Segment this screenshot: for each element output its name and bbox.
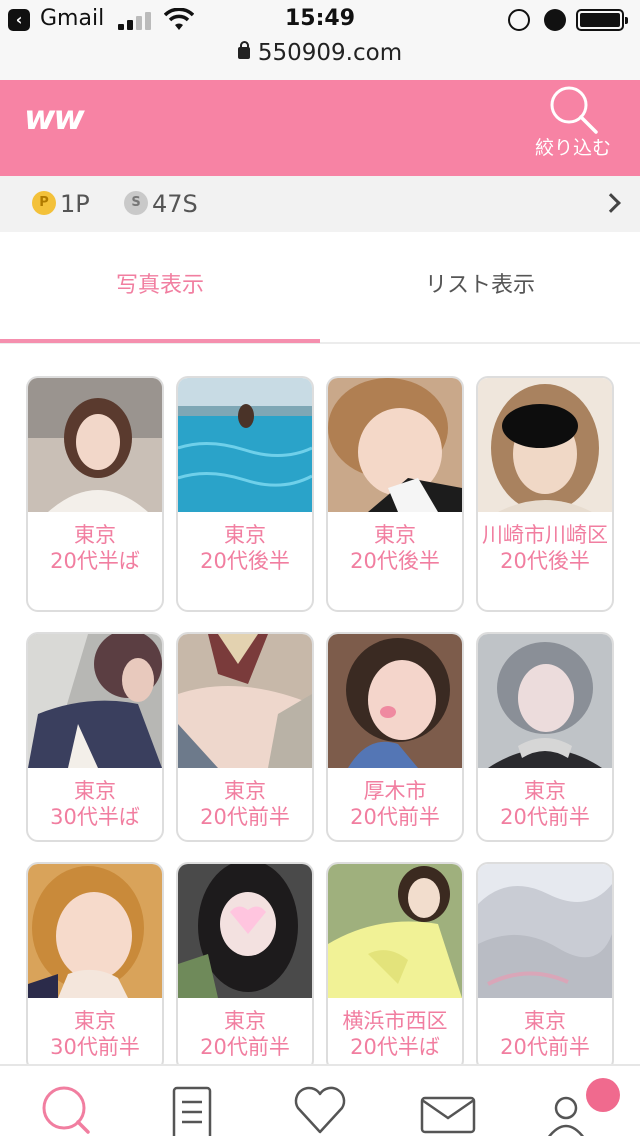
- profile-age: 20代後半: [500, 549, 590, 573]
- profile-card[interactable]: 東京 20代半ば: [26, 376, 164, 612]
- view-tabs: 写真表示 リスト表示: [0, 232, 640, 344]
- heart-icon[interactable]: [280, 1074, 360, 1136]
- point-value: 1P: [60, 190, 90, 218]
- filter-label: 絞り込む: [534, 137, 611, 159]
- profile-info: 横浜市西区 20代半ば: [328, 998, 462, 1060]
- filter-button[interactable]: 絞り込む: [528, 80, 618, 176]
- profile-photo[interactable]: [178, 378, 312, 512]
- search-icon: [550, 86, 598, 134]
- notification-badge: [586, 1078, 620, 1112]
- profile-info: 東京 20代前半: [178, 998, 312, 1060]
- profile-photo[interactable]: [478, 864, 612, 998]
- profile-photo[interactable]: [328, 378, 462, 512]
- profile-info: 東京 20代後半: [328, 512, 462, 574]
- point-balance: P 1P: [32, 188, 90, 220]
- profile-area: 東京: [224, 523, 266, 547]
- profile-area: 厚木市: [363, 779, 427, 803]
- rotation-lock-icon: [508, 9, 530, 31]
- status-bar: ‹ Gmail 15:49: [0, 0, 640, 40]
- profile-photo[interactable]: [328, 864, 462, 998]
- profile-grid: 東京 20代半ば 東京 20代後半 東京 20代後半 川崎市川崎区 20代後半 東京 30…: [26, 376, 618, 1066]
- profile-area: 東京: [524, 779, 566, 803]
- profile-area: 東京: [74, 779, 116, 803]
- profile-info: 東京 30代前半: [28, 998, 162, 1060]
- profile-info: 川崎市川崎区 20代後半: [478, 512, 612, 574]
- profile-age: 20代後半: [350, 549, 440, 573]
- profile-card[interactable]: 東京 20代後半: [176, 376, 314, 612]
- profile-card[interactable]: 東京 20代前半: [176, 632, 314, 842]
- profile-area: 東京: [224, 1009, 266, 1033]
- profile-info: 東京 20代前半: [478, 768, 612, 830]
- profile-age: 20代後半: [200, 549, 290, 573]
- profile-card[interactable]: 東京 20代後半: [326, 376, 464, 612]
- profile-info: 東京 30代半ば: [28, 768, 162, 830]
- profile-info: 東京 20代前半: [178, 768, 312, 830]
- profile-photo[interactable]: [178, 634, 312, 768]
- profile-area: 東京: [524, 1009, 566, 1033]
- profile-area: 川崎市川崎区: [482, 523, 608, 547]
- profile-card[interactable]: 厚木市 20代前半: [326, 632, 464, 842]
- chevron-right-icon[interactable]: [601, 193, 621, 213]
- profile-photo[interactable]: [28, 864, 162, 998]
- site-logo[interactable]: ww: [24, 98, 85, 138]
- profile-info: 東京 20代前半: [478, 998, 612, 1060]
- profile-age: 20代前半: [200, 805, 290, 829]
- profile-card[interactable]: 東京 20代前半: [176, 862, 314, 1066]
- point-coin-icon: P: [32, 191, 56, 215]
- tab-photo-view[interactable]: 写真表示: [0, 232, 320, 343]
- profile-age: 20代半ば: [50, 549, 140, 573]
- profile-photo[interactable]: [178, 864, 312, 998]
- profile-age: 20代前半: [200, 1035, 290, 1059]
- profile-age: 20代前半: [500, 805, 590, 829]
- service-coin-icon: S: [124, 191, 148, 215]
- service-point-value: 47S: [152, 190, 198, 218]
- profile-age: 30代半ば: [50, 805, 140, 829]
- profile-info: 厚木市 20代前半: [328, 768, 462, 830]
- bottom-nav: [0, 1064, 640, 1136]
- profile-area: 東京: [374, 523, 416, 547]
- points-bar[interactable]: P 1P S 47S: [0, 176, 640, 232]
- profile-photo[interactable]: [28, 378, 162, 512]
- profile-area: 東京: [74, 1009, 116, 1033]
- service-point-balance: S 47S: [124, 188, 198, 220]
- profile-card[interactable]: 東京 20代前半: [476, 862, 614, 1066]
- profile-photo[interactable]: [28, 634, 162, 768]
- profile-area: 東京: [224, 779, 266, 803]
- profile-photo[interactable]: [328, 634, 462, 768]
- battery-icon: [576, 9, 628, 31]
- profile-card[interactable]: 川崎市川崎区 20代後半: [476, 376, 614, 612]
- profile-photo[interactable]: [478, 634, 612, 768]
- profile-info: 東京 20代半ば: [28, 512, 162, 574]
- profile-card[interactable]: 東京 30代半ば: [26, 632, 164, 842]
- document-icon[interactable]: [152, 1074, 232, 1136]
- profile-card[interactable]: 東京 30代前半: [26, 862, 164, 1066]
- alarm-icon: [544, 9, 566, 31]
- search-icon[interactable]: [30, 1074, 110, 1136]
- profile-photo[interactable]: [478, 378, 612, 512]
- mail-icon[interactable]: [408, 1074, 488, 1136]
- url-text[interactable]: 550909.com: [258, 40, 402, 66]
- profile-age: 30代前半: [50, 1035, 140, 1059]
- profile-area: 東京: [74, 523, 116, 547]
- secure-lock-icon: [237, 41, 250, 59]
- profile-age: 20代半ば: [350, 1035, 440, 1059]
- profile-age: 20代前半: [350, 805, 440, 829]
- profile-card[interactable]: 横浜市西区 20代半ば: [326, 862, 464, 1066]
- profile-info: 東京 20代後半: [178, 512, 312, 574]
- tab-list-view[interactable]: リスト表示: [320, 232, 640, 342]
- profile-age: 20代前半: [500, 1035, 590, 1059]
- profile-card[interactable]: 東京 20代前半: [476, 632, 614, 842]
- address-bar[interactable]: 550909.com: [0, 40, 640, 80]
- site-header: ww 絞り込む: [0, 80, 640, 176]
- profile-area: 横浜市西区: [342, 1009, 448, 1033]
